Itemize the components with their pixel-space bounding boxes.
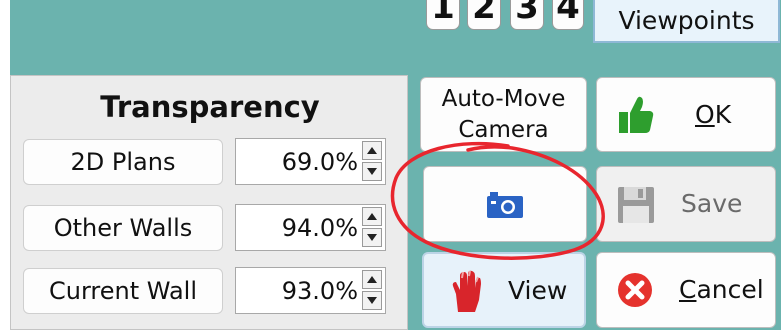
viewpoints-button[interactable]: Viewpoints	[593, 0, 780, 43]
spin-up-button[interactable]	[362, 270, 382, 289]
spin-down-button[interactable]	[362, 162, 382, 181]
transparency-panel: Transparency 2D Plans 69.0% Other Walls …	[10, 75, 408, 330]
cancel-label: Cancel	[679, 275, 764, 304]
camera-icon	[487, 192, 523, 218]
cancel-button[interactable]: Cancel	[596, 252, 776, 328]
viewpoint-key-4[interactable]: 4	[552, 0, 584, 30]
spin-other-walls[interactable]: 94.0%	[235, 204, 386, 251]
row-label-text: 2D Plans	[70, 148, 176, 176]
floppy-disk-icon	[618, 187, 654, 223]
spin-value[interactable]: 93.0%	[236, 268, 358, 313]
down-arrow-icon	[367, 168, 377, 175]
viewpoint-key-3[interactable]: 3	[510, 0, 544, 30]
app-window: 1 2 3 4 Viewpoints Transparency 2D Plans…	[0, 0, 781, 330]
spin-2d-plans[interactable]: 69.0%	[235, 138, 386, 185]
row-label-other-walls[interactable]: Other Walls	[23, 205, 223, 251]
row-label-current-wall[interactable]: Current Wall	[23, 268, 223, 314]
ok-button[interactable]: OK	[596, 77, 776, 152]
spin-current-wall[interactable]: 93.0%	[235, 267, 386, 314]
view-label: View	[508, 276, 568, 305]
viewpoint-key-1[interactable]: 1	[426, 0, 460, 30]
hand-icon	[452, 270, 481, 312]
ok-label: OK	[695, 100, 732, 129]
row-label-2d-plans[interactable]: 2D Plans	[23, 139, 223, 185]
spin-value[interactable]: 94.0%	[236, 205, 358, 250]
left-margin	[0, 0, 10, 330]
save-button[interactable]: Save	[596, 166, 776, 242]
spin-down-button[interactable]	[362, 228, 382, 247]
view-button[interactable]: View	[422, 252, 586, 328]
spin-value[interactable]: 69.0%	[236, 139, 358, 184]
thumbs-up-icon	[619, 96, 654, 133]
save-label: Save	[681, 189, 743, 218]
up-arrow-icon	[367, 276, 377, 283]
up-arrow-icon	[367, 147, 377, 154]
viewpoint-key-2[interactable]: 2	[467, 0, 501, 30]
up-arrow-icon	[367, 213, 377, 220]
row-label-text: Current Wall	[48, 277, 197, 305]
spin-down-button[interactable]	[362, 291, 382, 310]
down-arrow-icon	[367, 234, 377, 241]
auto-move-label-line2: Camera	[458, 116, 549, 143]
row-label-text: Other Walls	[53, 214, 193, 242]
viewpoints-label: Viewpoints	[618, 6, 755, 35]
down-arrow-icon	[367, 297, 377, 304]
auto-move-label-line1: Auto-Move	[441, 85, 566, 112]
panel-title: Transparency	[100, 90, 320, 124]
spin-up-button[interactable]	[362, 207, 382, 226]
auto-move-camera-button[interactable]: Auto-Move Camera	[420, 77, 587, 152]
cancel-icon	[618, 273, 652, 307]
camera-snapshot-button[interactable]	[423, 166, 587, 242]
spin-up-button[interactable]	[362, 141, 382, 160]
